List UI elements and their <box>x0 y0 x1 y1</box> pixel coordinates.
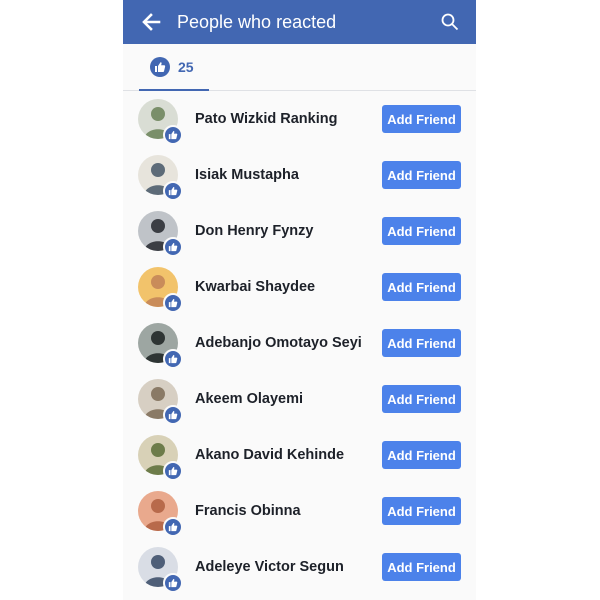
like-badge-icon <box>163 293 183 313</box>
person-name[interactable]: Akeem Olayemi <box>195 371 303 427</box>
page-title: People who reacted <box>177 11 337 32</box>
arrow-left-icon <box>142 13 161 31</box>
add-friend-button[interactable]: Add Friend <box>382 273 461 301</box>
like-badge-icon <box>163 573 183 593</box>
add-friend-button[interactable]: Add Friend <box>382 105 461 133</box>
person-name[interactable]: Isiak Mustapha <box>195 147 299 203</box>
add-friend-button[interactable]: Add Friend <box>382 385 461 413</box>
like-count: 25 <box>178 59 194 75</box>
like-badge-icon <box>163 125 183 145</box>
people-list: Pato Wizkid Ranking Add Friend Isiak Musta… <box>123 91 476 595</box>
reactions-screen: People who reacted 25 Pato Wizkid Rankin… <box>123 0 476 600</box>
avatar[interactable] <box>138 323 183 369</box>
avatar[interactable] <box>138 547 183 593</box>
avatar[interactable] <box>138 379 183 425</box>
add-friend-button[interactable]: Add Friend <box>382 441 461 469</box>
avatar[interactable] <box>138 267 183 313</box>
avatar[interactable] <box>138 435 183 481</box>
person-name[interactable]: Akano David Kehinde <box>195 427 344 483</box>
avatar[interactable] <box>138 99 183 145</box>
list-item: Akeem Olayemi Add Friend <box>123 371 476 427</box>
like-badge-icon <box>163 461 183 481</box>
avatar[interactable] <box>138 491 183 537</box>
like-reaction-icon <box>150 57 170 77</box>
like-badge-icon <box>163 181 183 201</box>
list-item: Adebanjo Omotayo Seyi Add Friend <box>123 315 476 371</box>
add-friend-button[interactable]: Add Friend <box>382 161 461 189</box>
list-item: Akano David Kehinde Add Friend <box>123 427 476 483</box>
list-item: Isiak Mustapha Add Friend <box>123 147 476 203</box>
person-name[interactable]: Kwarbai Shaydee <box>195 259 315 315</box>
person-name[interactable]: Pato Wizkid Ranking <box>195 91 337 147</box>
add-friend-button[interactable]: Add Friend <box>382 217 461 245</box>
avatar[interactable] <box>138 155 183 201</box>
list-item: Pato Wizkid Ranking Add Friend <box>123 91 476 147</box>
avatar[interactable] <box>138 211 183 257</box>
search-button[interactable] <box>428 0 472 44</box>
add-friend-button[interactable]: Add Friend <box>382 329 461 357</box>
add-friend-button[interactable]: Add Friend <box>382 497 461 525</box>
list-item: Kwarbai Shaydee Add Friend <box>123 259 476 315</box>
like-badge-icon <box>163 405 183 425</box>
person-name[interactable]: Francis Obinna <box>195 483 301 539</box>
list-item: Francis Obinna Add Friend <box>123 483 476 539</box>
thumbs-up-icon <box>155 62 166 72</box>
reaction-tabs: 25 <box>123 44 476 91</box>
person-name[interactable]: Adebanjo Omotayo Seyi <box>195 315 362 371</box>
like-badge-icon <box>163 517 183 537</box>
list-item: Adeleye Victor Segun Add Friend <box>123 539 476 595</box>
tab-like[interactable]: 25 <box>139 44 209 91</box>
person-name[interactable]: Adeleye Victor Segun <box>195 539 344 595</box>
person-name[interactable]: Don Henry Fynzy <box>195 203 313 259</box>
like-badge-icon <box>163 237 183 257</box>
add-friend-button[interactable]: Add Friend <box>382 553 461 581</box>
list-item: Don Henry Fynzy Add Friend <box>123 203 476 259</box>
top-bar: People who reacted <box>123 0 476 44</box>
search-icon <box>441 13 459 31</box>
like-badge-icon <box>163 349 183 369</box>
back-button[interactable] <box>129 0 173 44</box>
